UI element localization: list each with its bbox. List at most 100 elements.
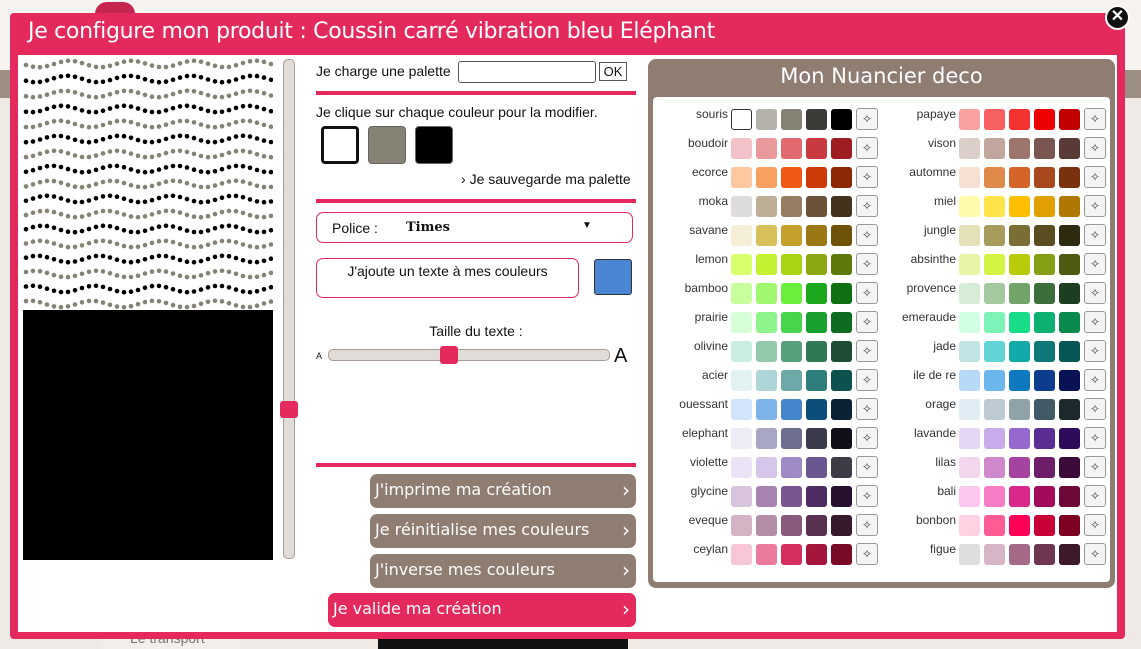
color-chip[interactable] [959,254,980,275]
color-chip[interactable] [1034,312,1055,333]
color-chip[interactable] [731,341,752,362]
color-chip[interactable] [959,515,980,536]
color-chip[interactable] [781,457,802,478]
color-chip[interactable] [1059,254,1080,275]
color-chip[interactable] [1059,109,1080,130]
magic-wand-icon[interactable]: ✧ [856,108,878,130]
color-chip[interactable] [959,138,980,159]
color-chip[interactable] [731,109,752,130]
color-chip[interactable] [806,428,827,449]
color-chip[interactable] [756,544,777,565]
color-chip[interactable] [806,486,827,507]
color-chip[interactable] [984,312,1005,333]
color-chip[interactable] [831,486,852,507]
color-chip[interactable] [831,515,852,536]
color-chip[interactable] [959,109,980,130]
color-chip[interactable] [1009,312,1030,333]
color-chip[interactable] [731,167,752,188]
color-chip[interactable] [984,109,1005,130]
color-chip[interactable] [731,138,752,159]
color-chip[interactable] [731,544,752,565]
color-chip[interactable] [1009,457,1030,478]
color-chip[interactable] [1034,457,1055,478]
color-chip[interactable] [781,196,802,217]
color-chip[interactable] [781,109,802,130]
magic-wand-icon[interactable]: ✧ [1084,543,1106,565]
color-chip[interactable] [806,312,827,333]
font-select[interactable]: Police : Times ▼ [316,212,633,243]
color-chip[interactable] [1034,370,1055,391]
color-chip[interactable] [831,109,852,130]
color-chip[interactable] [959,167,980,188]
color-chip[interactable] [1059,544,1080,565]
color-chip[interactable] [984,399,1005,420]
color-chip[interactable] [959,544,980,565]
color-chip[interactable] [1034,428,1055,449]
color-chip[interactable] [831,370,852,391]
magic-wand-icon[interactable]: ✧ [856,543,878,565]
color-chip[interactable] [831,196,852,217]
color-chip[interactable] [1059,457,1080,478]
color-chip[interactable] [806,283,827,304]
invert-colors-button[interactable]: J'inverse mes couleurs › [370,554,636,588]
color-chip[interactable] [1009,544,1030,565]
color-chip[interactable] [781,341,802,362]
color-chip[interactable] [756,196,777,217]
color-chip[interactable] [831,283,852,304]
color-chip[interactable] [984,544,1005,565]
magic-wand-icon[interactable]: ✧ [856,398,878,420]
magic-wand-icon[interactable]: ✧ [1084,427,1106,449]
magic-wand-icon[interactable]: ✧ [1084,282,1106,304]
color-chip[interactable] [1009,196,1030,217]
color-chip[interactable] [1059,283,1080,304]
magic-wand-icon[interactable]: ✧ [856,137,878,159]
color-chip[interactable] [1059,196,1080,217]
magic-wand-icon[interactable]: ✧ [856,195,878,217]
color-chip[interactable] [1034,254,1055,275]
color-swatch-3[interactable] [415,126,453,164]
color-chip[interactable] [1034,399,1055,420]
magic-wand-icon[interactable]: ✧ [1084,253,1106,275]
magic-wand-icon[interactable]: ✧ [856,456,878,478]
color-chip[interactable] [831,457,852,478]
magic-wand-icon[interactable]: ✧ [1084,456,1106,478]
print-button[interactable]: J'imprime ma création › [370,474,636,508]
color-chip[interactable] [1034,167,1055,188]
color-chip[interactable] [1034,138,1055,159]
color-chip[interactable] [781,254,802,275]
color-chip[interactable] [731,428,752,449]
color-chip[interactable] [756,457,777,478]
color-chip[interactable] [806,370,827,391]
text-size-slider-track[interactable] [328,349,610,361]
color-chip[interactable] [984,254,1005,275]
color-chip[interactable] [1059,399,1080,420]
color-chip[interactable] [984,370,1005,391]
zoom-slider-handle[interactable] [280,401,298,418]
color-chip[interactable] [959,399,980,420]
color-chip[interactable] [731,515,752,536]
color-chip[interactable] [1009,370,1030,391]
color-chip[interactable] [756,370,777,391]
color-chip[interactable] [806,196,827,217]
color-chip[interactable] [959,341,980,362]
magic-wand-icon[interactable]: ✧ [1084,166,1106,188]
color-chip[interactable] [781,515,802,536]
magic-wand-icon[interactable]: ✧ [856,340,878,362]
close-button[interactable]: ✕ [1105,5,1130,30]
color-chip[interactable] [831,254,852,275]
color-chip[interactable] [959,225,980,246]
reset-colors-button[interactable]: Je réinitialise mes couleurs › [370,514,636,548]
color-chip[interactable] [1034,196,1055,217]
color-chip[interactable] [781,283,802,304]
color-chip[interactable] [959,312,980,333]
color-chip[interactable] [756,515,777,536]
magic-wand-icon[interactable]: ✧ [856,514,878,536]
magic-wand-icon[interactable]: ✧ [856,282,878,304]
color-chip[interactable] [1059,515,1080,536]
magic-wand-icon[interactable]: ✧ [856,311,878,333]
color-chip[interactable] [1009,399,1030,420]
magic-wand-icon[interactable]: ✧ [1084,224,1106,246]
color-chip[interactable] [756,167,777,188]
magic-wand-icon[interactable]: ✧ [1084,485,1106,507]
color-chip[interactable] [1059,370,1080,391]
